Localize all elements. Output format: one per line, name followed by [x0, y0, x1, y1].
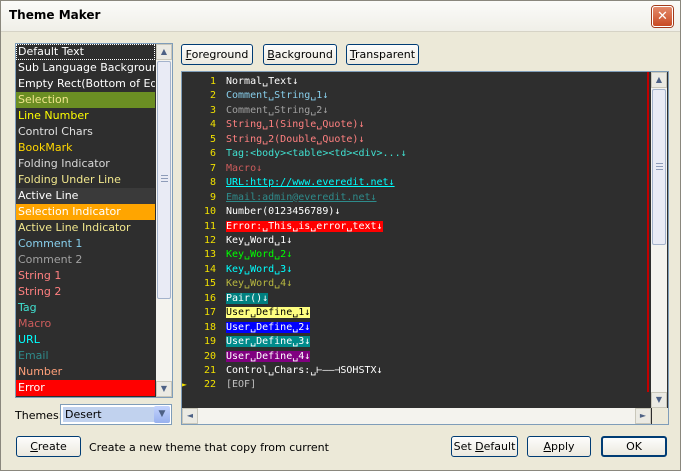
editor-scroll-up-icon[interactable]: ▲ [651, 72, 667, 88]
preview-editor[interactable]: 1 2 3 4 5 6 7 8 9 10 11 12 13 14 15 16 17 18 19 20 21 ► 22 Nor… [181, 71, 669, 425]
set-default-button[interactable]: Set Default [451, 436, 518, 457]
foreground-button[interactable]: Foreground [181, 44, 253, 65]
style-item-selection-indicator[interactable]: Selection Indicator [16, 204, 155, 220]
style-item-tag[interactable]: Tag [16, 300, 155, 316]
style-item-number[interactable]: Number [16, 364, 155, 380]
themes-label: Themes: [15, 409, 63, 422]
style-item-line-number[interactable]: Line Number [16, 108, 155, 124]
code-line-text: Key␣Word␣2↓ [226, 249, 293, 261]
editor-vertical-scrollbar[interactable]: ▲ ▼ [651, 72, 667, 408]
empty-rect-area [182, 392, 651, 408]
style-item-container: Default Text Sub Language Background Empty… [16, 44, 155, 396]
style-item-string-2[interactable]: String 2 [16, 284, 155, 300]
code-line-text: Error:␣This␣is␣error␣text↓ [226, 220, 383, 232]
themes-selected-value: Desert [63, 407, 155, 422]
style-item-email[interactable]: Email [16, 348, 155, 364]
style-item-sub-language-background[interactable]: Sub Language Background [16, 60, 155, 76]
editor-horizontal-scrollbar[interactable]: ◄ ► [182, 408, 651, 424]
code-line-text: User␣Define␣1↓ [226, 307, 311, 319]
foreground-label: oreground [191, 48, 249, 61]
code-line-text: Normal␣Text↓ [226, 76, 299, 87]
code-line-text: Tag:<body><table><td><div>...↓ [226, 148, 407, 160]
style-item-macro[interactable]: Macro [16, 316, 155, 332]
background-label: ackground [274, 48, 333, 61]
themes-dropdown[interactable]: Desert ▼ [60, 404, 172, 425]
code-line-text: User␣Define␣2↓ [226, 321, 311, 333]
theme-maker-window: Theme Maker ✕ Default Text Sub Language B… [0, 0, 681, 471]
ok-button[interactable]: OK [601, 436, 667, 457]
transparent-label: ransparent [355, 48, 416, 61]
style-item-empty-rect-bottom-of-edit[interactable]: Empty Rect(Bottom of Edit) [16, 76, 155, 92]
style-item-error[interactable]: Error [16, 380, 155, 396]
editor-scroll-thumb[interactable] [652, 89, 666, 245]
code-line-text: Email:admin@everedit.net↓ [226, 191, 377, 203]
close-button[interactable]: ✕ [652, 6, 673, 27]
style-item-string-1[interactable]: String 1 [16, 268, 155, 284]
set-default-label: efault [483, 440, 516, 453]
transparent-button[interactable]: Transparent [346, 44, 419, 65]
style-item-bookmark[interactable]: BookMark [16, 140, 155, 156]
apply-accel: A [543, 440, 551, 453]
list-scroll-down-icon[interactable]: ▼ [156, 381, 172, 397]
code-line-text: User␣Define␣3↓ [226, 336, 311, 348]
apply-label: pply [551, 440, 575, 453]
code-line-text: Key␣Word␣3↓ [226, 263, 293, 275]
code-line-text: Key␣Word␣4↓ [226, 278, 293, 290]
scrollbar-corner [652, 408, 668, 424]
code-area[interactable]: Normal␣Text↓ Comment␣String␣1↓ Comment␣Str… [226, 72, 644, 392]
style-item-selection[interactable]: Selection [16, 92, 155, 108]
set-default-accel: D [475, 440, 484, 453]
code-line-text: Comment␣String␣1↓ [226, 90, 329, 102]
code-line-text: Pair()↓ [226, 292, 269, 304]
style-item-active-line[interactable]: Active Line [16, 188, 155, 204]
code-line-text: Key␣Word␣1↓ [226, 234, 293, 246]
editor-scroll-down-icon[interactable]: ▼ [651, 392, 667, 408]
line-number-gutter: 1 2 3 4 5 6 7 8 9 10 11 12 13 14 15 16 17 18 19 20 21 ► 22 [182, 72, 220, 392]
code-line-text: Control␣Chars:␣⊢——⊣SOHSTX↓ [226, 365, 383, 376]
background-button[interactable]: Background [263, 44, 337, 65]
set-default-label-pre: Set [453, 440, 476, 453]
code-line-text: User␣Define␣4↓ [226, 350, 311, 362]
list-vertical-scrollbar[interactable]: ▲ ▼ [156, 44, 172, 397]
style-item-folding-under-line[interactable]: Folding Under Line [16, 172, 155, 188]
code-line-text: Comment␣String␣2↓ [226, 104, 329, 116]
window-title: Theme Maker [9, 8, 101, 22]
style-item-url[interactable]: URL [16, 332, 155, 348]
style-item-comment-2[interactable]: Comment 2 [16, 252, 155, 268]
code-line-text: [EOF] [226, 379, 257, 391]
style-item-folding-indicator[interactable]: Folding Indicator [16, 156, 155, 172]
right-edge-marker [647, 72, 649, 392]
editor-scroll-right-icon[interactable]: ► [635, 408, 651, 424]
background-accel: B [267, 48, 275, 61]
style-item-control-chars[interactable]: Control Chars [16, 124, 155, 140]
editor-scroll-left-icon[interactable]: ◄ [182, 408, 198, 424]
create-accel: C [30, 440, 38, 453]
create-label: reate [37, 440, 67, 453]
themes-dropdown-chevron-icon[interactable]: ▼ [154, 406, 170, 423]
style-item-default-text[interactable]: Default Text [16, 44, 155, 60]
style-item-comment-1[interactable]: Comment 1 [16, 236, 155, 252]
code-line-text: Number(0123456789)↓ [226, 206, 341, 218]
code-line-text: Macro↓ [226, 162, 263, 174]
create-hint-text: Create a new theme that copy from curren… [89, 441, 329, 454]
list-scroll-thumb[interactable] [157, 61, 171, 299]
style-item-active-line-indicator[interactable]: Active Line Indicator [16, 220, 155, 236]
code-line-text: String␣2(Double␣Quote)↓ [226, 133, 365, 145]
style-item-list[interactable]: Default Text Sub Language Background Empty… [15, 43, 173, 398]
code-line-text: String␣1(Single␣Quote)↓ [226, 119, 365, 131]
create-button[interactable]: Create [16, 436, 81, 457]
list-scroll-up-icon[interactable]: ▲ [156, 44, 172, 60]
title-bar: Theme Maker ✕ [1, 1, 680, 32]
apply-button[interactable]: Apply [527, 436, 591, 457]
code-line-text: URL:http://www.everedit.net↓ [226, 177, 395, 189]
